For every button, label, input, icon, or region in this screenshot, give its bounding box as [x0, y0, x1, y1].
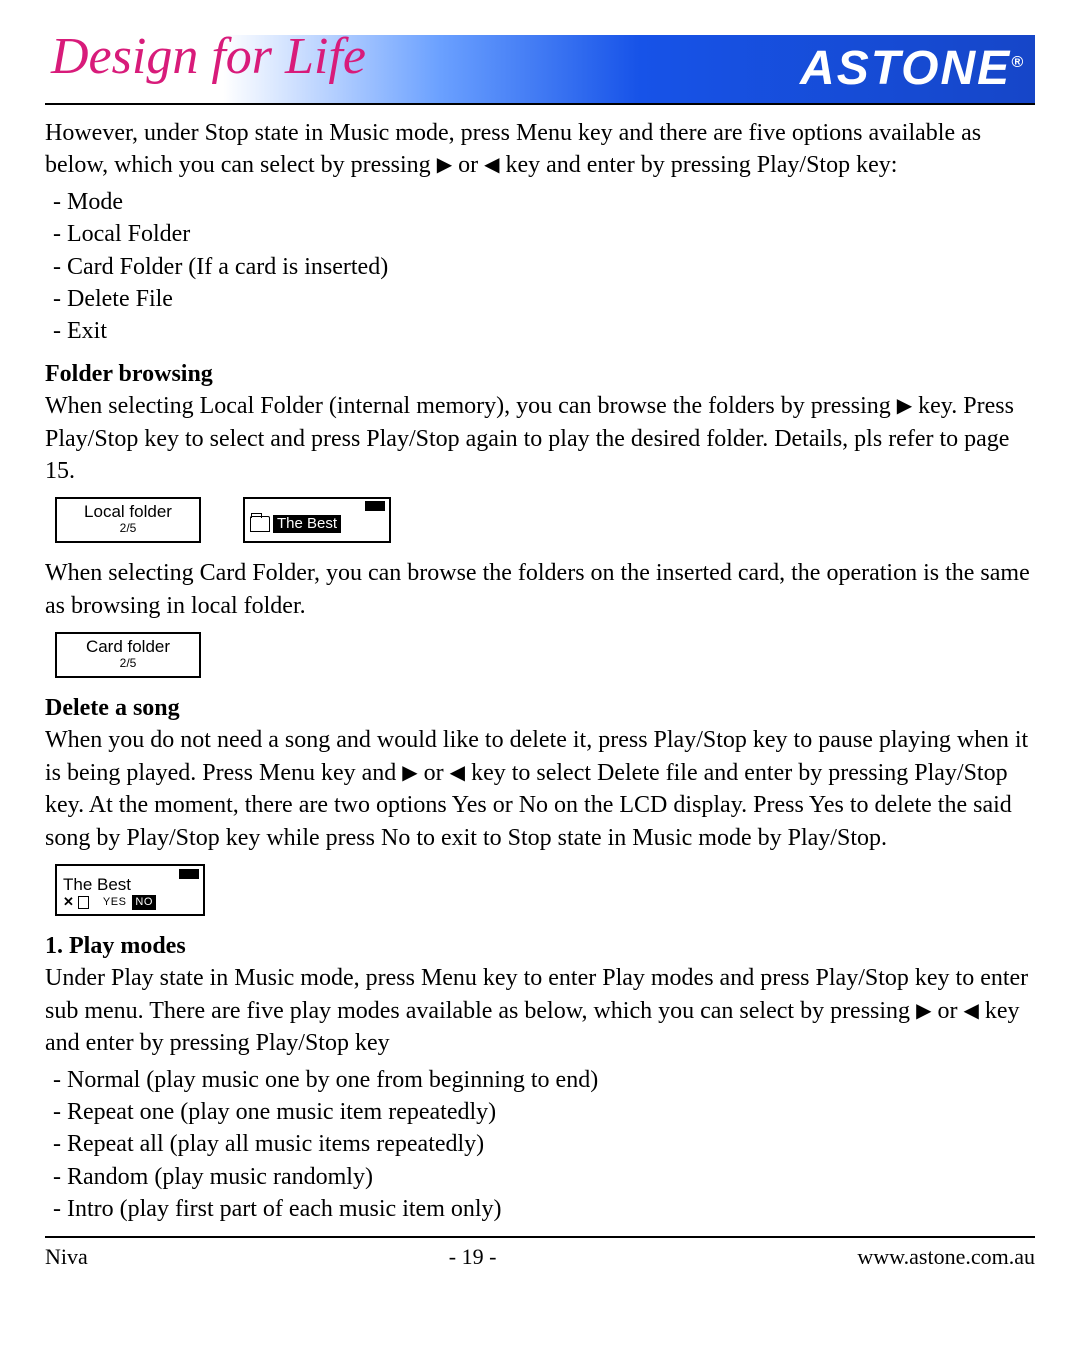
delete-song-paragraph: When you do not need a song and would li… [45, 724, 1035, 854]
right-arrow-icon: ▶ [916, 1000, 931, 1022]
list-item: - Normal (play music one by one from beg… [53, 1064, 1035, 1096]
right-arrow-icon: ▶ [402, 762, 417, 784]
lcd-line-1: Local folder [57, 503, 199, 522]
footer-page-number: - 19 - [449, 1242, 497, 1272]
lcd-row-local: Local folder 2/5 The Best [55, 497, 1035, 543]
right-arrow-icon: ▶ [897, 395, 912, 417]
no-label: NO [132, 895, 156, 910]
brand-logo: ASTONE® [800, 41, 1025, 96]
battery-icon [365, 501, 385, 511]
section-title-folder-browsing: Folder browsing [45, 358, 1035, 390]
text: Under Play state in Music mode, press Me… [45, 965, 1028, 1023]
lcd-line-2: 2/5 [57, 522, 199, 535]
page-footer: Niva - 19 - www.astone.com.au [45, 1238, 1035, 1272]
play-modes-list: - Normal (play music one by one from beg… [53, 1064, 1035, 1226]
brand-name: ASTONE [800, 42, 1011, 95]
battery-icon [179, 869, 199, 879]
lcd-row-delete: The Best ✕ YES NO [55, 864, 1035, 916]
document-icon [78, 896, 89, 909]
yes-label: YES [103, 895, 127, 910]
list-item: - Exit [53, 315, 1035, 347]
text: or [418, 760, 450, 786]
trademark-icon: ® [1011, 54, 1025, 71]
lcd-card-folder: Card folder 2/5 [55, 632, 201, 678]
list-item: - Mode [53, 186, 1035, 218]
folder-browsing-paragraph-1: When selecting Local Folder (internal me… [45, 390, 1035, 487]
right-arrow-icon: ▶ [437, 154, 452, 176]
section-title-play-modes: 1. Play modes [45, 930, 1035, 962]
list-item: - Card Folder (If a card is inserted) [53, 251, 1035, 283]
tagline-text: Design for Life [51, 27, 366, 86]
stop-menu-options: - Mode - Local Folder - Card Folder (If … [53, 186, 1035, 348]
lcd-row-card: Card folder 2/5 [55, 632, 1035, 678]
list-item: - Repeat one (play one music item repeat… [53, 1096, 1035, 1128]
left-arrow-icon: ◀ [450, 762, 465, 784]
folder-browsing-paragraph-2: When selecting Card Folder, you can brow… [45, 557, 1035, 622]
x-icon: ✕ [63, 893, 74, 911]
list-item: - Intro (play first part of each music i… [53, 1193, 1035, 1225]
intro-paragraph: However, under Stop state in Music mode,… [45, 117, 1035, 182]
text: or [931, 998, 963, 1024]
text: When selecting Local Folder (internal me… [45, 393, 897, 419]
header-bar: Design for Life ASTONE® [45, 35, 1035, 105]
text: key and enter by pressing Play/Stop key: [499, 152, 897, 178]
lcd-delete-confirm: The Best ✕ YES NO [55, 864, 205, 916]
text: or [452, 152, 484, 178]
section-title-delete-song: Delete a song [45, 692, 1035, 724]
folder-icon [250, 516, 270, 532]
list-item: - Random (play music randomly) [53, 1161, 1035, 1193]
lcd-the-best: The Best [243, 497, 391, 543]
lcd-line-2: 2/5 [57, 657, 199, 670]
footer-product-name: Niva [45, 1242, 88, 1272]
list-item: - Delete File [53, 283, 1035, 315]
manual-page: Design for Life ASTONE® However, under S… [0, 0, 1080, 1358]
page-content: However, under Stop state in Music mode,… [45, 117, 1035, 1271]
footer-website: www.astone.com.au [857, 1242, 1035, 1272]
lcd-highlighted-label: The Best [273, 515, 341, 533]
lcd-line-1: Card folder [57, 638, 199, 657]
play-modes-paragraph: Under Play state in Music mode, press Me… [45, 962, 1035, 1059]
left-arrow-icon: ◀ [484, 154, 499, 176]
list-item: - Repeat all (play all music items repea… [53, 1128, 1035, 1160]
lcd-local-folder: Local folder 2/5 [55, 497, 201, 543]
left-arrow-icon: ◀ [963, 1000, 978, 1022]
list-item: - Local Folder [53, 218, 1035, 250]
